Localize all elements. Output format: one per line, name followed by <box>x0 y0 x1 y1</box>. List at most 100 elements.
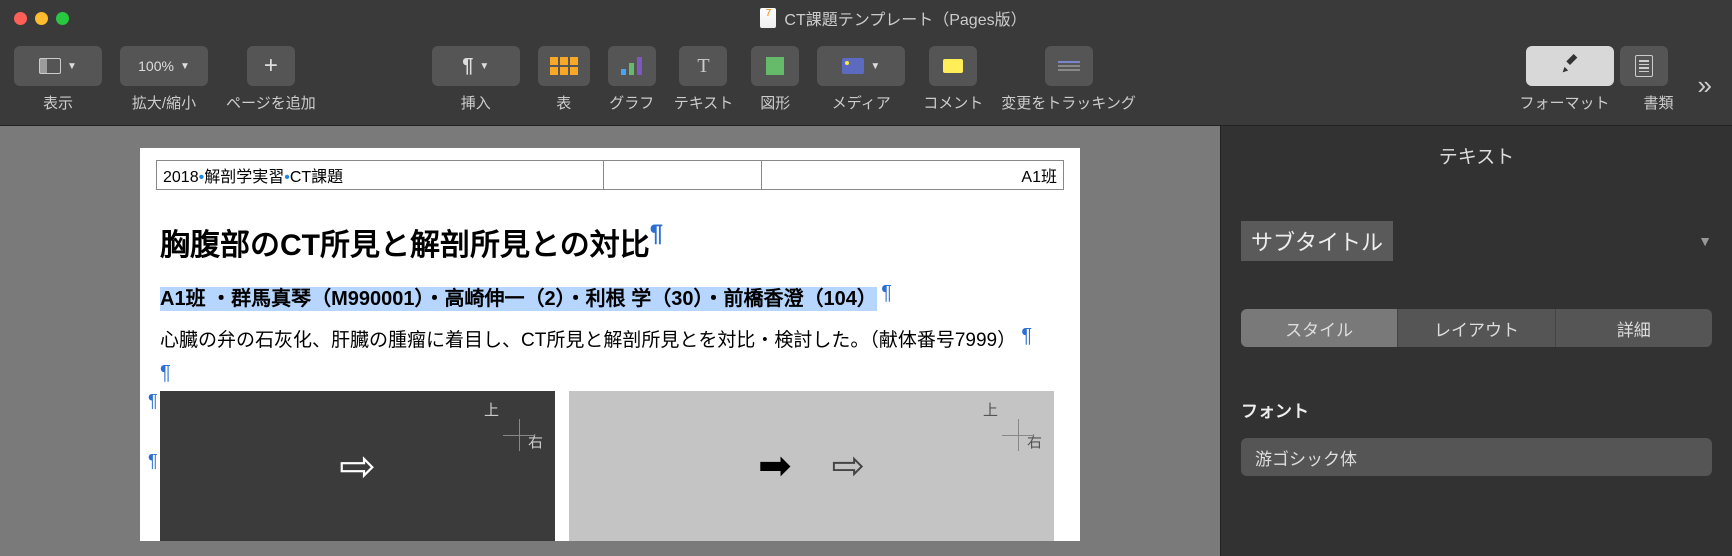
toolbar: ▼ 表示 100% ▼ 拡大/縮小 + ページを追加 ¶ ▼ 挿入 表 グラ <box>0 36 1732 126</box>
authors-line[interactable]: A1班 ・群馬真琴（M990001）・高崎伸一（2）・利根 学（30）・前橋香澄… <box>160 282 1060 311</box>
page-header-row: 2018•解剖学実習•CT課題 A1班 <box>156 160 1064 190</box>
header-cell-left[interactable]: 2018•解剖学実習•CT課題 <box>156 160 604 190</box>
zoom-label: 拡大/縮小 <box>132 92 196 113</box>
image-placeholder-light[interactable]: 上 右 ➡ ⇨ <box>569 391 1054 541</box>
header-cell-mid[interactable] <box>604 160 762 190</box>
chart-label: グラフ <box>609 92 654 113</box>
chevron-down-icon: ▼ <box>870 61 880 72</box>
pilcrow-mark: ¶ <box>1021 325 1032 347</box>
tracking-icon <box>1058 61 1080 71</box>
pilcrow-mark: ¶ <box>148 451 158 472</box>
zoom-window-button[interactable] <box>56 12 69 25</box>
zoom-value: 100% <box>138 58 174 74</box>
table-group: 表 <box>538 46 590 113</box>
document-label: 書類 <box>1644 92 1674 113</box>
page[interactable]: 2018•解剖学実習•CT課題 A1班 胸腹部のCT所見と解剖所見との対比¶ A… <box>140 148 1080 541</box>
tab-layout[interactable]: レイアウト <box>1397 309 1554 347</box>
paragraph-style-row[interactable]: サブタイトル ▼ <box>1241 221 1712 261</box>
view-button[interactable]: ▼ <box>14 46 102 86</box>
chevron-down-icon: ▼ <box>180 61 190 72</box>
document-title[interactable]: 胸腹部のCT所見と解剖所見との対比¶ <box>160 220 1060 264</box>
body-text: 心臓の弁の石灰化、肝臓の腫瘤に着目し、CT所見と解剖所見とを対比・検討した。（献… <box>160 330 1016 351</box>
shape-icon <box>766 57 784 75</box>
zoom-button[interactable]: 100% ▼ <box>120 46 208 86</box>
text-button[interactable]: T <box>679 46 727 86</box>
document-title-text: 胸腹部のCT所見と解剖所見との対比 <box>160 229 650 262</box>
image-placeholder-dark[interactable]: ¶ ¶ 上 右 ⇨ <box>160 391 555 541</box>
titlebar: CT課題テンプレート（Pages版） <box>0 0 1732 36</box>
chevron-down-icon: ▼ <box>67 61 77 72</box>
document-button[interactable] <box>1620 46 1668 86</box>
text-label: テキスト <box>674 92 734 113</box>
orientation-up-label: 上 <box>484 399 499 420</box>
text-icon: T <box>697 55 709 78</box>
shape-group: 図形 <box>751 46 799 113</box>
document-panel-icon <box>1635 55 1653 77</box>
insert-label: 挿入 <box>461 92 491 113</box>
table-label: 表 <box>556 92 571 113</box>
paragraph-style-name: サブタイトル <box>1241 221 1393 261</box>
format-label: フォーマット <box>1520 92 1610 113</box>
chart-button[interactable] <box>608 46 656 86</box>
paintbrush-icon <box>1559 54 1581 79</box>
format-group: フォーマット 書類 <box>1520 46 1674 113</box>
inspector-tabs: スタイル レイアウト 詳細 <box>1241 309 1712 347</box>
window-title: CT課題テンプレート（Pages版） <box>69 6 1718 30</box>
arrow-solid-icon: ➡ <box>758 443 792 489</box>
chevron-down-icon[interactable]: ▼ <box>1698 233 1712 249</box>
pilcrow-mark: ¶ <box>881 282 892 304</box>
document-body[interactable]: 胸腹部のCT所見と解剖所見との対比¶ A1班 ・群馬真琴（M990001）・高崎… <box>156 220 1064 541</box>
font-family-select[interactable]: 游ゴシック体 <box>1241 438 1712 476</box>
arrow-group: ➡ ⇨ <box>758 443 865 489</box>
tracking-button[interactable] <box>1045 46 1093 86</box>
body-paragraph[interactable]: 心臓の弁の石灰化、肝臓の腫瘤に着目し、CT所見と解剖所見とを対比・検討した。（献… <box>160 325 1060 352</box>
document-icon <box>760 8 776 28</box>
add-page-group: + ページを追加 <box>226 46 316 113</box>
minimize-window-button[interactable] <box>35 12 48 25</box>
chart-group: グラフ <box>608 46 656 113</box>
pilcrow-mark: ¶ <box>160 362 1060 385</box>
image-row: ¶ ¶ 上 右 ⇨ 上 右 ➡ ⇨ <box>160 391 1060 541</box>
pilcrow-icon: ¶ <box>462 55 473 78</box>
header-course: 解剖学実習 <box>204 169 284 186</box>
pilcrow-mark: ¶ <box>650 220 663 247</box>
orientation-up-label: 上 <box>983 399 998 420</box>
document-canvas[interactable]: 2018•解剖学実習•CT課題 A1班 胸腹部のCT所見と解剖所見との対比¶ A… <box>0 126 1220 556</box>
comment-group: コメント <box>923 46 983 113</box>
comment-label: コメント <box>923 92 983 113</box>
media-label: メディア <box>832 92 891 113</box>
table-button[interactable] <box>538 46 590 86</box>
view-group: ▼ 表示 <box>14 46 102 113</box>
toolbar-overflow-button[interactable]: » <box>1692 70 1718 101</box>
insert-group: ¶ ▼ 挿入 <box>432 46 520 113</box>
comment-icon <box>943 59 963 73</box>
inspector-title: テキスト <box>1241 126 1712 185</box>
tracking-group: 変更をトラッキング <box>1001 46 1136 113</box>
inspector-panel: テキスト サブタイトル ▼ スタイル レイアウト 詳細 フォント 游ゴシック体 <box>1220 126 1732 556</box>
shape-label: 図形 <box>760 92 790 113</box>
plus-icon: + <box>264 52 278 80</box>
pilcrow-mark: ¶ <box>148 391 158 412</box>
window-title-text: CT課題テンプレート（Pages版） <box>784 6 1026 30</box>
close-window-button[interactable] <box>14 12 27 25</box>
main-area: 2018•解剖学実習•CT課題 A1班 胸腹部のCT所見と解剖所見との対比¶ A… <box>0 126 1732 556</box>
authors-text: A1班 ・群馬真琴（M990001）・高崎伸一（2）・利根 学（30）・前橋香澄… <box>160 287 877 311</box>
comment-button[interactable] <box>929 46 977 86</box>
header-cell-right[interactable]: A1班 <box>762 160 1064 190</box>
insert-button[interactable]: ¶ ▼ <box>432 46 520 86</box>
tracking-label: 変更をトラッキング <box>1001 92 1136 113</box>
header-year: 2018 <box>163 169 199 186</box>
shape-button[interactable] <box>751 46 799 86</box>
add-page-button[interactable]: + <box>247 46 295 86</box>
header-task: CT課題 <box>290 169 343 186</box>
tab-style[interactable]: スタイル <box>1241 309 1397 347</box>
media-group: ▼ メディア <box>817 46 905 113</box>
chevron-down-icon: ▼ <box>479 61 489 72</box>
tab-detail[interactable]: 詳細 <box>1555 309 1712 347</box>
media-button[interactable]: ▼ <box>817 46 905 86</box>
format-button[interactable] <box>1526 46 1614 86</box>
font-family-value: 游ゴシック体 <box>1255 445 1357 470</box>
header-group: A1班 <box>1021 169 1057 186</box>
media-icon <box>842 58 864 74</box>
chart-icon <box>621 57 642 75</box>
